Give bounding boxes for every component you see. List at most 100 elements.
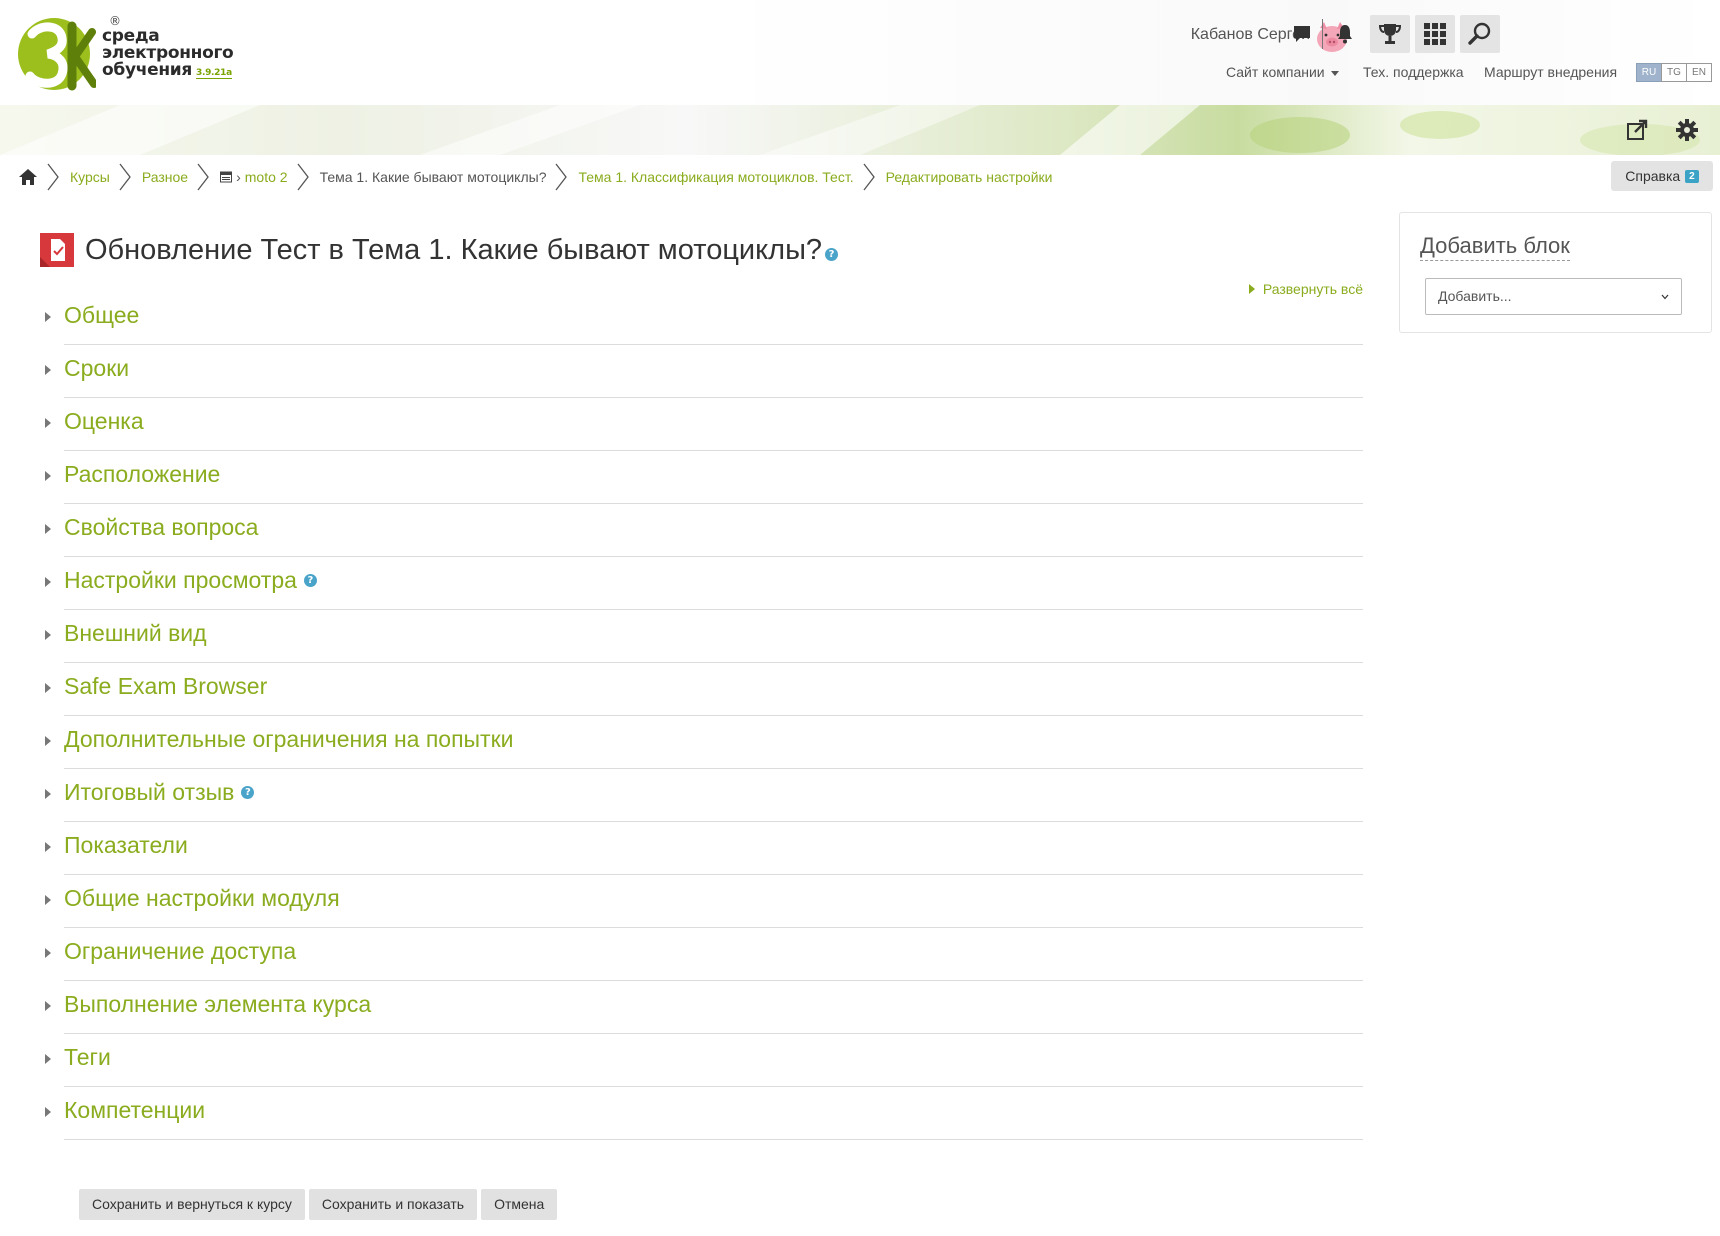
banner-decoration bbox=[0, 105, 1700, 155]
tech-support-link[interactable]: Тех. поддержка bbox=[1363, 64, 1464, 80]
section-review-options[interactable]: Настройки просмотра? bbox=[40, 557, 1363, 610]
logo-mark-icon bbox=[18, 18, 96, 91]
section-label: Оценка bbox=[64, 408, 144, 434]
company-site-label: Сайт компании bbox=[1226, 64, 1325, 80]
section-label: Ограничение доступа bbox=[64, 938, 297, 964]
breadcrumb-separator-icon bbox=[555, 163, 568, 191]
section-competencies[interactable]: Компетенции bbox=[40, 1087, 1363, 1140]
roadmap-link[interactable]: Маршрут внедрения bbox=[1484, 64, 1617, 80]
section-tags[interactable]: Теги bbox=[40, 1034, 1363, 1087]
help-count-badge: 2 bbox=[1685, 169, 1699, 183]
section-label: Общие настройки модуля bbox=[64, 885, 340, 911]
course-list-icon bbox=[220, 171, 233, 183]
collapse-triangle-icon bbox=[45, 418, 51, 428]
quiz-icon bbox=[40, 233, 74, 267]
breadcrumb-separator-icon bbox=[119, 163, 131, 191]
breadcrumb-separator-icon bbox=[863, 163, 875, 191]
section-grade[interactable]: Оценка bbox=[40, 398, 1363, 451]
collapse-triangle-icon bbox=[45, 524, 51, 534]
breadcrumb-separator-icon bbox=[47, 163, 59, 191]
add-block-panel: Добавить блок Добавить... bbox=[1399, 212, 1712, 333]
collapse-triangle-icon bbox=[45, 471, 51, 481]
help-label: Справка bbox=[1625, 168, 1681, 184]
breadcrumb: Курсы Разное › moto 2 Тема 1. Какие быва… bbox=[18, 160, 1052, 194]
section-indicators[interactable]: Показатели bbox=[40, 822, 1363, 875]
section-restrict-access[interactable]: Ограничение доступа bbox=[40, 928, 1363, 981]
home-icon[interactable] bbox=[18, 168, 38, 186]
help-question-icon[interactable]: ? bbox=[241, 786, 255, 800]
save-display-button[interactable]: Сохранить и показать bbox=[308, 1189, 478, 1220]
add-block-title[interactable]: Добавить блок bbox=[1420, 233, 1570, 261]
lang-ru[interactable]: RU bbox=[1636, 63, 1662, 82]
breadcrumb-misc[interactable]: Разное bbox=[142, 169, 188, 185]
collapse-triangle-icon bbox=[45, 683, 51, 693]
collapse-triangle-icon bbox=[45, 577, 51, 587]
section-divider bbox=[64, 1139, 1363, 1140]
logo-line-3-text: обучения bbox=[102, 60, 193, 80]
section-question-behaviour[interactable]: Свойства вопроса bbox=[40, 504, 1363, 557]
section-general[interactable]: Общее bbox=[40, 292, 1363, 345]
section-label-text: Итоговый отзыв bbox=[64, 779, 235, 805]
section-safe-exam-browser[interactable]: Safe Exam Browser bbox=[40, 663, 1363, 716]
caret-down-icon bbox=[1330, 70, 1339, 76]
apps-grid-icon[interactable] bbox=[1415, 15, 1455, 53]
page-title-text: Обновление Тест в Тема 1. Какие бывают м… bbox=[85, 233, 823, 266]
search-icon[interactable] bbox=[1460, 15, 1500, 53]
header-icons bbox=[1282, 15, 1712, 53]
breadcrumb-moto2[interactable]: moto 2 bbox=[245, 169, 288, 185]
collapse-triangle-icon bbox=[45, 1054, 51, 1064]
collapse-triangle-icon bbox=[45, 365, 51, 375]
form-actions: Сохранить и вернуться к курсу Сохранить … bbox=[79, 1189, 561, 1220]
lang-tg[interactable]: TG bbox=[1661, 63, 1687, 82]
collapse-triangle-icon bbox=[45, 630, 51, 640]
collapse-triangle-icon bbox=[45, 1001, 51, 1011]
add-block-select[interactable]: Добавить... bbox=[1425, 278, 1682, 315]
settings-sections: Общее Сроки Оценка Расположение Свойства… bbox=[40, 292, 1363, 1140]
page-title: Обновление Тест в Тема 1. Какие бывают м… bbox=[85, 233, 839, 267]
collapse-triangle-icon bbox=[45, 789, 51, 799]
section-label: Расположение bbox=[64, 461, 221, 487]
section-label: Сроки bbox=[64, 355, 130, 381]
help-button[interactable]: Справка 2 bbox=[1611, 161, 1713, 191]
breadcrumb-edit-settings[interactable]: Редактировать настройки bbox=[886, 169, 1053, 185]
section-extra-restrictions[interactable]: Дополнительные ограничения на попытки bbox=[40, 716, 1363, 769]
collapse-triangle-icon bbox=[45, 312, 51, 322]
chevron-down-icon bbox=[1661, 294, 1669, 300]
help-question-icon[interactable]: ? bbox=[825, 248, 839, 262]
section-label: Выполнение элемента курса bbox=[64, 991, 372, 1017]
section-label: Внешний вид bbox=[64, 620, 207, 646]
section-label: Компетенции bbox=[64, 1097, 206, 1123]
collapse-triangle-icon bbox=[45, 842, 51, 852]
breadcrumb-quiz[interactable]: Тема 1. Классификация мотоциклов. Тест. bbox=[578, 169, 853, 185]
collapse-triangle-icon bbox=[45, 1107, 51, 1117]
language-switcher: RU TG EN bbox=[1636, 63, 1712, 82]
site-logo[interactable]: ® среда электронного обучения 3.9.21a bbox=[18, 12, 248, 96]
logo-line-3: обучения 3.9.21a bbox=[102, 62, 233, 82]
section-label: Дополнительные ограничения на попытки bbox=[64, 726, 514, 752]
breadcrumb-courses[interactable]: Курсы bbox=[70, 169, 110, 185]
collapse-triangle-icon bbox=[45, 948, 51, 958]
section-appearance[interactable]: Внешний вид bbox=[40, 610, 1363, 663]
trophy-icon[interactable] bbox=[1370, 15, 1410, 53]
section-common-module-settings[interactable]: Общие настройки модуля bbox=[40, 875, 1363, 928]
section-label: Теги bbox=[64, 1044, 111, 1070]
breadcrumb-topic: Тема 1. Какие бывают мотоциклы? bbox=[319, 169, 547, 185]
section-overall-feedback[interactable]: Итоговый отзыв? bbox=[40, 769, 1363, 822]
section-layout[interactable]: Расположение bbox=[40, 451, 1363, 504]
cancel-button[interactable]: Отмена bbox=[481, 1189, 558, 1220]
messages-icon[interactable] bbox=[1282, 15, 1322, 53]
section-label: Общее bbox=[64, 302, 140, 328]
help-question-icon[interactable]: ? bbox=[303, 574, 317, 588]
version-label: 3.9.21a bbox=[196, 68, 232, 79]
section-activity-completion[interactable]: Выполнение элемента курса bbox=[40, 981, 1363, 1034]
send-to-icon[interactable] bbox=[1625, 118, 1649, 142]
company-site-menu[interactable]: Сайт компании bbox=[1226, 64, 1339, 80]
gear-icon[interactable] bbox=[1675, 118, 1699, 142]
collapse-triangle-icon bbox=[45, 736, 51, 746]
lang-en[interactable]: EN bbox=[1686, 63, 1712, 82]
save-return-button[interactable]: Сохранить и вернуться к курсу bbox=[79, 1189, 305, 1220]
add-block-select-value: Добавить... bbox=[1438, 288, 1512, 304]
section-timing[interactable]: Сроки bbox=[40, 345, 1363, 398]
notifications-bell-icon[interactable] bbox=[1325, 15, 1365, 53]
header-banner bbox=[0, 105, 1720, 155]
